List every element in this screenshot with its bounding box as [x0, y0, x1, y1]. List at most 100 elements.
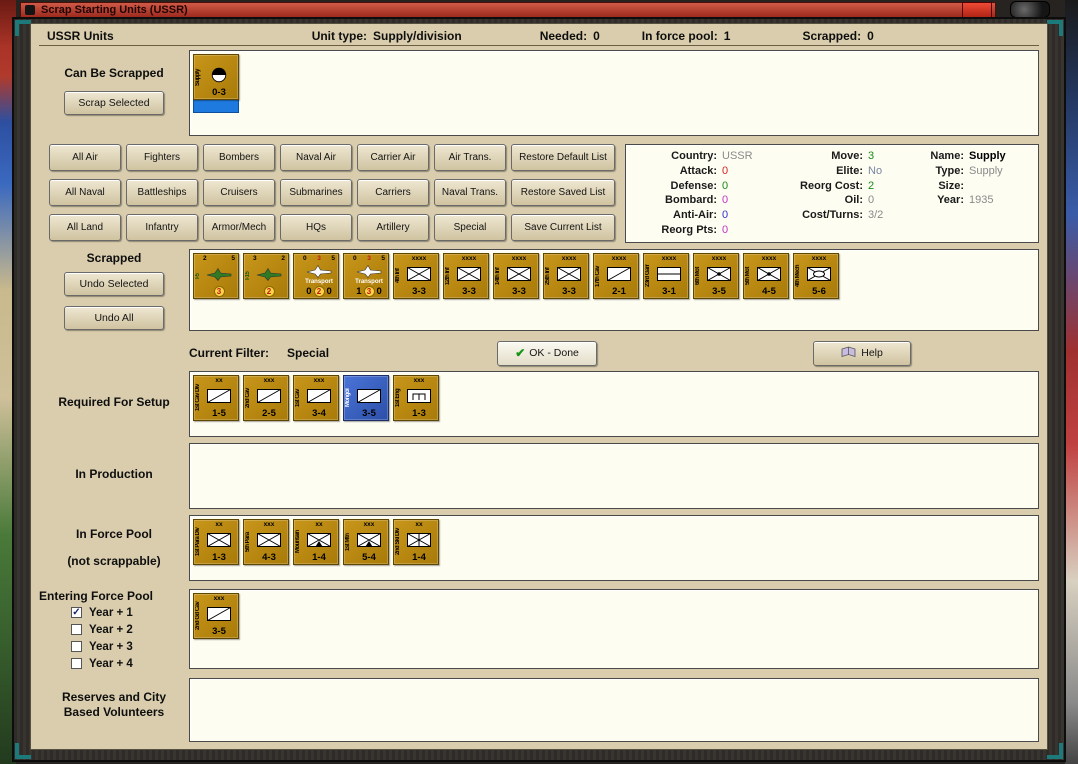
unit-2nd-cav[interactable]: 2nd Cav xxx 2-5 — [243, 375, 289, 421]
filter-button-naval-air[interactable]: Naval Air — [280, 144, 352, 171]
filter-button-save-current-list[interactable]: Save Current List — [511, 214, 615, 241]
unit-counter[interactable]: Supply 0-3 — [193, 54, 239, 100]
screen: Scrap Starting Units (USSR) USSR Units U… — [0, 0, 1078, 764]
unit-4th-mech[interactable]: 4th Mech xxxx 5-6 — [793, 253, 839, 299]
undo-selected-button[interactable]: Undo Selected — [64, 272, 164, 296]
unit-counter[interactable]: 14th Inf xxxx 3-3 — [493, 253, 539, 299]
unit-i-5[interactable]: I-5 2 5 3 — [193, 253, 239, 299]
filter-button-restore-default-list[interactable]: Restore Default List — [511, 144, 615, 171]
unit-2nd-ski-div[interactable]: 2nd Ski Div xx 1-4 — [393, 519, 439, 565]
unit-counter[interactable]: 2nd Cav xxx 2-5 — [243, 375, 289, 421]
unit-17th-cav[interactable]: 17th Cav xxxx 2-1 — [593, 253, 639, 299]
unit-counter[interactable]: 1st Cav xxx 3-4 — [293, 375, 339, 421]
filter-button-all-naval[interactable]: All Naval — [49, 179, 121, 206]
ok-done-button[interactable]: ✔ OK - Done — [497, 340, 598, 366]
unit-transport[interactable]: 0 3 5 Transport 0 2 0 — [293, 253, 339, 299]
check-icon: ✔ — [515, 346, 526, 360]
unit-counter[interactable]: 2nd Ski Div xx 1-4 — [393, 519, 439, 565]
filter-button-infantry[interactable]: Infantry — [126, 214, 198, 241]
unit-counter[interactable]: 6th Mot xxxx 3-5 — [693, 253, 739, 299]
unit-5th-para[interactable]: 5th Para xxx 4-3 — [243, 519, 289, 565]
unit-counter[interactable]: 1st Mtn xxx 5-4 — [343, 519, 389, 565]
filter-button-carrier-air[interactable]: Carrier Air — [357, 144, 429, 171]
unit-counter[interactable]: 5th Mot xxxx 4-5 — [743, 253, 789, 299]
unit-25th-inf[interactable]: 25th Inf xxxx 3-3 — [543, 253, 589, 299]
unit-counter[interactable]: 17th Cav xxxx 2-1 — [593, 253, 639, 299]
unit-counter[interactable]: 12th Inf xxxx 3-3 — [443, 253, 489, 299]
unit-counter[interactable]: 1st Para Div xx 1-3 — [193, 519, 239, 565]
filter-button-submarines[interactable]: Submarines — [280, 179, 352, 206]
info-column-col3: Name: Supply Type: Supply Size: Year: 1935 — [920, 149, 1032, 238]
unit-counter[interactable]: 0 3 5 Transport 0 2 0 — [293, 253, 339, 299]
unit-5th-mot[interactable]: 5th Mot xxxx 4-5 — [743, 253, 789, 299]
filter-button-battleships[interactable]: Battleships — [126, 179, 198, 206]
unit-14th-inf[interactable]: 14th Inf xxxx 3-3 — [493, 253, 539, 299]
info-label: Reorg Cost: — [800, 179, 863, 192]
filter-button-cruisers[interactable]: Cruisers — [203, 179, 275, 206]
checkbox-box[interactable] — [71, 624, 82, 635]
info-column-col2: Move: 3 Elite: No Reorg Cost: 2 Oil: 0 Cost/Turn… — [764, 149, 906, 238]
close-button[interactable] — [962, 2, 992, 18]
checkbox-year-3[interactable]: Year + 3 — [71, 638, 133, 655]
unit-counter[interactable]: 1st Cav Div xx 1-5 — [193, 375, 239, 421]
checkbox-year-1[interactable]: ✓ Year + 1 — [71, 604, 133, 621]
unit-counter[interactable]: I-15 3 2 2 — [243, 253, 289, 299]
scrap-selected-button[interactable]: Scrap Selected — [64, 91, 164, 115]
checkbox-year-2[interactable]: Year + 2 — [71, 621, 133, 638]
checkbox-year-4[interactable]: Year + 4 — [71, 655, 133, 672]
unit-counter[interactable]: 0 3 5 Transport 1 3 0 — [343, 253, 389, 299]
filter-button-fighters[interactable]: Fighters — [126, 144, 198, 171]
filter-button-all-land[interactable]: All Land — [49, 214, 121, 241]
unit-4th-inf[interactable]: 4th Inf xxxx 3-3 — [393, 253, 439, 299]
unit-counter[interactable]: 25th Inf xxxx 3-3 — [543, 253, 589, 299]
unit-1st-eng[interactable]: 1st Eng xxx 1-3 — [393, 375, 439, 421]
undo-all-button[interactable]: Undo All — [64, 306, 164, 330]
checkbox-box[interactable] — [71, 658, 82, 669]
unit-counter[interactable]: Mountain xx 1-4 — [293, 519, 339, 565]
unit-i-15[interactable]: I-15 3 2 2 — [243, 253, 289, 299]
unit-12th-inf[interactable]: 12th Inf xxxx 3-3 — [443, 253, 489, 299]
filter-button-hqs[interactable]: HQs — [280, 214, 352, 241]
filter-button-naval-trans[interactable]: Naval Trans. — [434, 179, 506, 206]
titlebar[interactable]: Scrap Starting Units (USSR) — [20, 2, 996, 18]
unit-1st-cav-div[interactable]: 1st Cav Div xx 1-5 — [193, 375, 239, 421]
inf-symbol-icon — [402, 263, 436, 285]
unit-1st-para-div[interactable]: 1st Para Div xx 1-3 — [193, 519, 239, 565]
unit-counter[interactable]: 23rd Garr xxxx 3-1 — [643, 253, 689, 299]
filter-button-artillery[interactable]: Artillery — [357, 214, 429, 241]
unit-counter[interactable]: 2nd Gd Cav xxx 3-5 — [193, 593, 239, 639]
filter-button-all-air[interactable]: All Air — [49, 144, 121, 171]
unit-counter[interactable]: 4th Inf xxxx 3-3 — [393, 253, 439, 299]
unit-name: 1st Cav Div — [195, 384, 201, 412]
inf-symbol-icon — [552, 263, 586, 285]
unit-23rd-garr[interactable]: 23rd Garr xxxx 3-1 — [643, 253, 689, 299]
section-in-production: In Production — [39, 443, 1039, 509]
filter-button-special[interactable]: Special — [434, 214, 506, 241]
checkbox-box[interactable] — [71, 641, 82, 652]
checkbox-box[interactable]: ✓ — [71, 607, 82, 618]
unit-size-marker: xxxx — [661, 255, 677, 262]
unit-counter[interactable]: Mongol 3-5 — [343, 375, 389, 421]
transport-symbol-icon — [302, 263, 336, 279]
unit-counter[interactable]: 5th Para xxx 4-3 — [243, 519, 289, 565]
window-menu-icon[interactable] — [25, 5, 35, 15]
strength-badge: 3 — [363, 285, 375, 297]
unit-1st-mtn[interactable]: 1st Mtn xxx 5-4 — [343, 519, 389, 565]
help-icon — [841, 346, 856, 361]
unit-1st-cav[interactable]: 1st Cav xxx 3-4 — [293, 375, 339, 421]
unit-2nd-gd-cav[interactable]: 2nd Gd Cav xxx 3-5 — [193, 593, 239, 639]
filter-button-air-trans[interactable]: Air Trans. — [434, 144, 506, 171]
filter-button-armor-mech[interactable]: Armor/Mech — [203, 214, 275, 241]
unit-counter[interactable]: I-5 2 5 3 — [193, 253, 239, 299]
unit-mongol[interactable]: Mongol 3-5 — [343, 375, 389, 421]
unit-counter[interactable]: 4th Mech xxxx 5-6 — [793, 253, 839, 299]
unit-mountain[interactable]: Mountain xx 1-4 — [293, 519, 339, 565]
unit-supply[interactable]: Supply 0-3 — [193, 54, 239, 113]
unit-counter[interactable]: 1st Eng xxx 1-3 — [393, 375, 439, 421]
help-button[interactable]: Help — [813, 340, 912, 366]
unit-transport[interactable]: 0 3 5 Transport 1 3 0 — [343, 253, 389, 299]
filter-button-restore-saved-list[interactable]: Restore Saved List — [511, 179, 615, 206]
filter-button-carriers[interactable]: Carriers — [357, 179, 429, 206]
filter-button-bombers[interactable]: Bombers — [203, 144, 275, 171]
unit-6th-mot[interactable]: 6th Mot xxxx 3-5 — [693, 253, 739, 299]
